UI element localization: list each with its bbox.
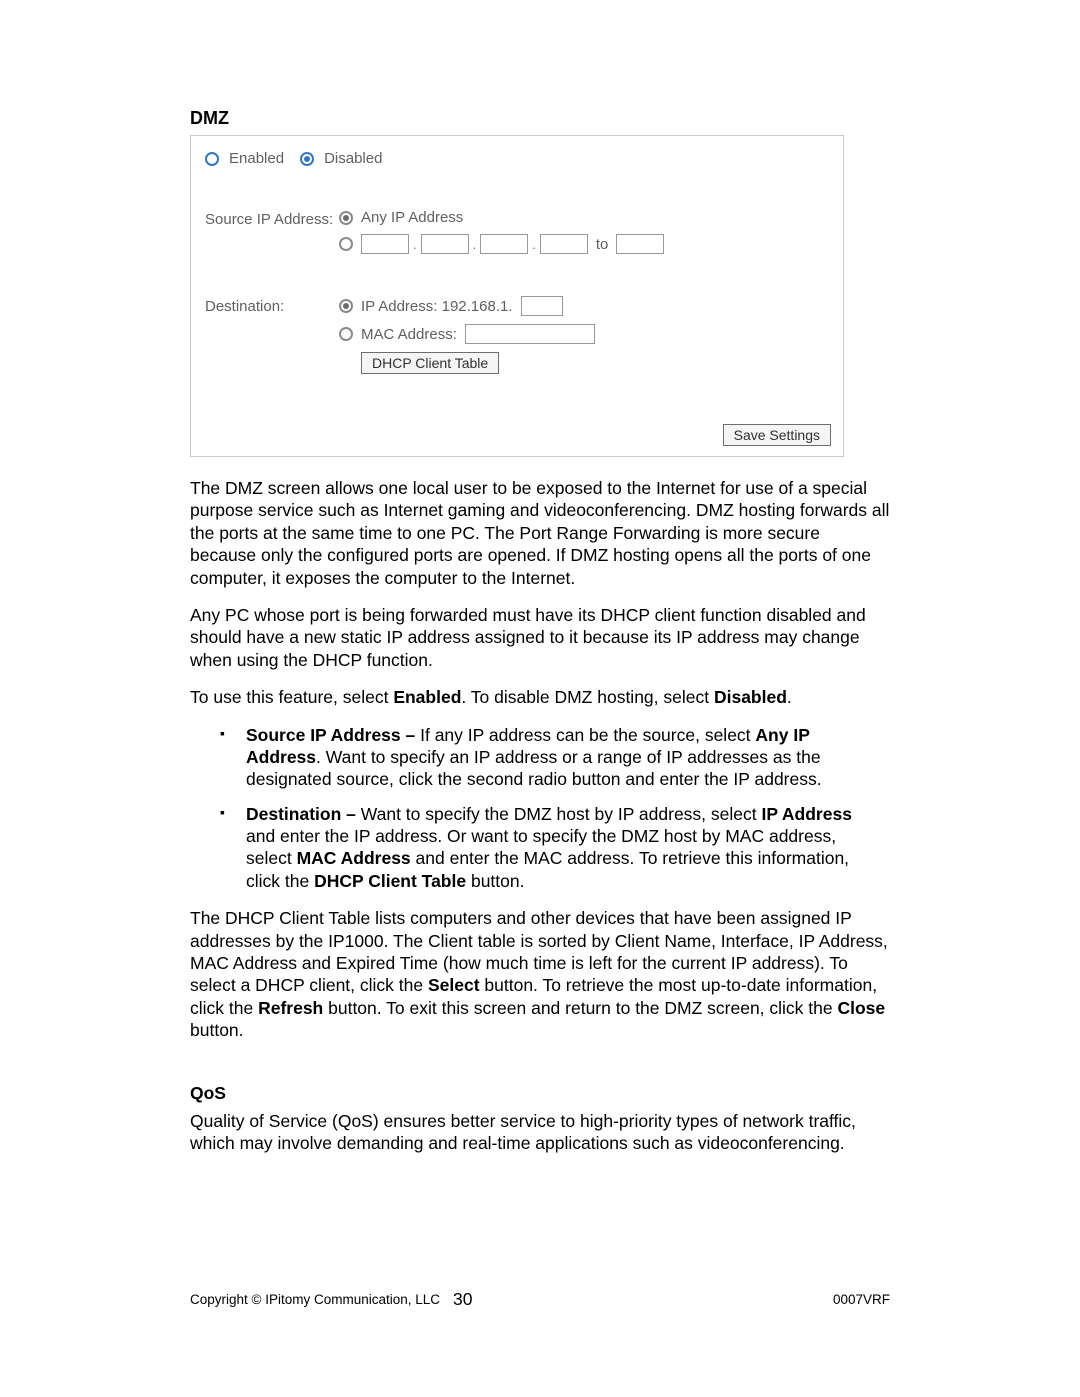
- radio-enabled[interactable]: [205, 152, 219, 166]
- bullet-source-ip: Source IP Address – If any IP address ca…: [220, 724, 880, 791]
- label-disabled: Disabled: [324, 150, 382, 167]
- qos-desc: Quality of Service (QoS) ensures better …: [190, 1110, 890, 1155]
- source-range-inputs: . . . to: [361, 234, 664, 254]
- save-settings-button[interactable]: Save Settings: [723, 424, 831, 446]
- dmz-desc-2: Any PC whose port is being forwarded mus…: [190, 604, 890, 671]
- radio-dest-mac[interactable]: [339, 327, 353, 341]
- footer-page-number: 30: [190, 1289, 890, 1310]
- dmz-panel: Enabled Disabled Source IP Address: Any …: [190, 135, 844, 457]
- radio-source-range[interactable]: [339, 237, 353, 251]
- dest-ip-last-octet[interactable]: [521, 296, 563, 316]
- src-ip-to[interactable]: [616, 234, 664, 254]
- dest-mac-input[interactable]: [465, 324, 595, 344]
- source-ip-row: Source IP Address: Any IP Address . . . …: [205, 209, 831, 262]
- label-enabled: Enabled: [229, 150, 284, 167]
- bullet-destination: Destination – Want to specify the DMZ ho…: [220, 803, 880, 893]
- dmz-heading: DMZ: [190, 108, 890, 129]
- qos-heading: QoS: [190, 1082, 890, 1104]
- dhcp-client-table-button[interactable]: DHCP Client Table: [361, 352, 499, 374]
- src-ip-3[interactable]: [480, 234, 528, 254]
- radio-dest-ip[interactable]: [339, 299, 353, 313]
- dmz-desc-3: To use this feature, select Enabled. To …: [190, 686, 890, 708]
- dmz-desc-1: The DMZ screen allows one local user to …: [190, 477, 890, 589]
- radio-source-any[interactable]: [339, 211, 353, 225]
- body-text: The DMZ screen allows one local user to …: [190, 477, 890, 1155]
- label-source-any: Any IP Address: [361, 209, 463, 226]
- destination-row: Destination: IP Address: 192.168.1. MAC …: [205, 296, 831, 374]
- to-label: to: [596, 236, 609, 253]
- dhcp-table-desc: The DHCP Client Table lists computers an…: [190, 907, 890, 1041]
- radio-disabled[interactable]: [300, 152, 314, 166]
- src-ip-4[interactable]: [540, 234, 588, 254]
- source-ip-label: Source IP Address:: [205, 209, 339, 228]
- dmz-enable-row: Enabled Disabled: [205, 150, 831, 167]
- destination-label: Destination:: [205, 296, 339, 315]
- label-dest-mac: MAC Address:: [361, 326, 457, 343]
- src-ip-2[interactable]: [421, 234, 469, 254]
- src-ip-1[interactable]: [361, 234, 409, 254]
- page-footer: Copyright © IPitomy Communication, LLC 3…: [190, 1292, 890, 1307]
- label-dest-ip: IP Address: 192.168.1.: [361, 298, 513, 315]
- bullet-list: Source IP Address – If any IP address ca…: [190, 724, 890, 893]
